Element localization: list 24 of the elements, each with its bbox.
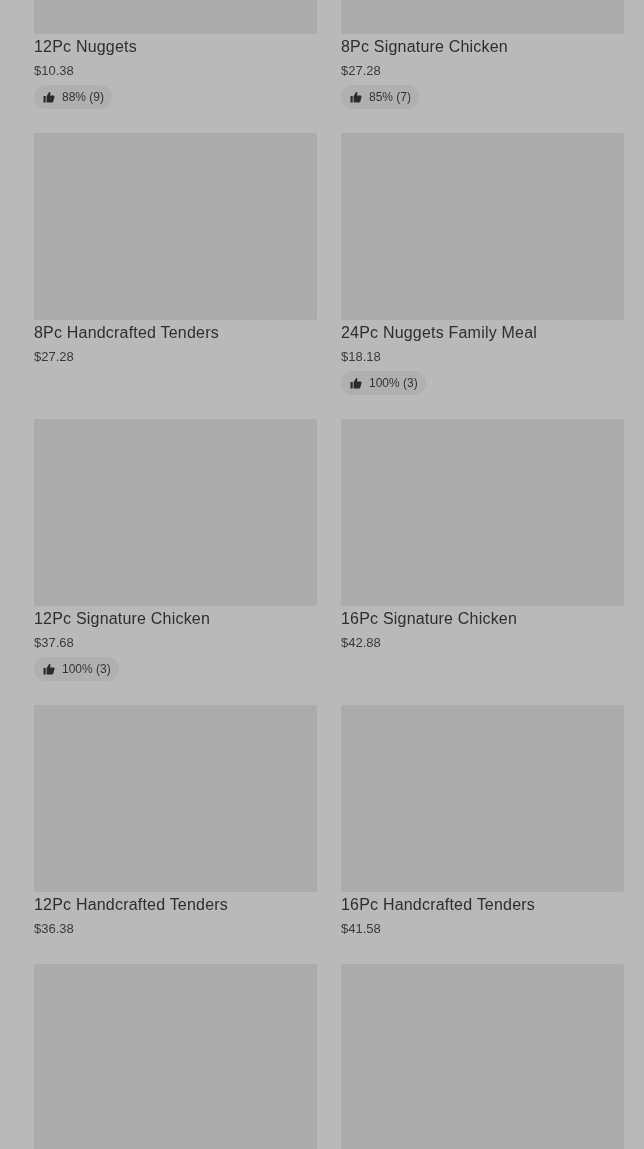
rating-badge: 100% (3) <box>341 371 426 395</box>
product-price: $10.38 <box>34 62 74 80</box>
thumbs-up-icon <box>350 377 362 389</box>
product-price: $27.28 <box>34 348 74 366</box>
thumbs-up-icon <box>350 91 362 103</box>
product-name[interactable]: 16Pc Handcrafted Tenders <box>341 892 535 918</box>
rating-badge: 85% (7) <box>341 85 420 109</box>
product-price: $18.18 <box>341 348 381 366</box>
thumbs-up-icon <box>43 91 55 103</box>
product-price: $27.28 <box>341 62 381 80</box>
rating-badge: 88% (9) <box>34 85 113 109</box>
product-price: $42.88 <box>341 634 381 652</box>
product-name[interactable]: 24Pc Nuggets Family Meal <box>341 320 537 346</box>
product-price: $41.58 <box>341 920 381 938</box>
product-name[interactable]: 12Pc Nuggets <box>34 34 137 60</box>
product-name[interactable]: 12Pc Handcrafted Tenders <box>34 892 228 918</box>
thumbs-up-icon <box>43 663 55 675</box>
product-name[interactable]: 12Pc Signature Chicken <box>34 606 211 632</box>
rating-badge: 100% (3) <box>34 657 119 681</box>
product-price: $36.38 <box>34 920 74 938</box>
product-name[interactable]: 8Pc Handcrafted Tenders <box>34 320 219 346</box>
product-name[interactable]: 16Pc Signature Chicken <box>341 606 518 632</box>
product-price: $37.68 <box>34 634 74 652</box>
product-name[interactable]: 8Pc Signature Chicken <box>341 34 508 60</box>
